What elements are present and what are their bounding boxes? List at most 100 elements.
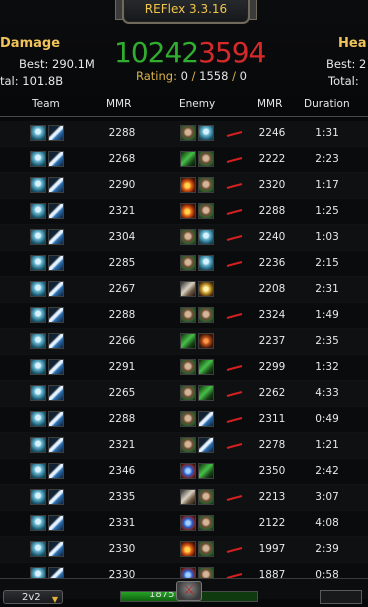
healing-best-prefix: Best: [326, 57, 356, 71]
healing-best: Best: 2 [326, 57, 366, 71]
team-mmr: 2285 [108, 257, 136, 269]
column-header-duration[interactable]: Duration [304, 98, 350, 110]
enemy-mmr: 2246 [258, 127, 286, 139]
orc-icon [180, 125, 196, 141]
table-row[interactable]: 2321 2278 1:21 [0, 433, 368, 459]
win-loss-counter: 102423594 [114, 36, 266, 69]
sword-icon [48, 333, 64, 349]
orb-icon [30, 359, 46, 375]
match-duration: 2:23 [315, 153, 339, 165]
sword-icon [48, 463, 64, 479]
damage-best: Best: 290.1M [19, 57, 95, 71]
table-row[interactable]: 2331 2122 4:08 [0, 511, 368, 537]
orb-icon [30, 411, 46, 427]
fire-icon [180, 177, 196, 193]
bone-icon [180, 489, 196, 505]
match-duration: 2:35 [315, 335, 339, 347]
damage-total-prefix: tal: [0, 74, 19, 88]
sword-icon [48, 125, 64, 141]
orb-icon [30, 437, 46, 453]
match-duration: 2:39 [315, 543, 339, 555]
sword-icon [198, 411, 214, 427]
frost-icon [180, 515, 196, 531]
orb-icon [30, 281, 46, 297]
table-row[interactable]: 2288 2246 1:31 [0, 121, 368, 147]
team-mmr: 2288 [108, 127, 136, 139]
column-header-mmr[interactable]: MMR [106, 98, 131, 110]
enemy-mmr: 2122 [258, 517, 286, 529]
bracket-dropdown[interactable]: 2v2 ▼ [3, 590, 63, 604]
sword-icon [48, 203, 64, 219]
table-row[interactable]: 2290 2320 1:17 [0, 173, 368, 199]
nature-icon [180, 333, 196, 349]
orb-icon [198, 255, 214, 271]
enemy-mmr: 2208 [258, 283, 286, 295]
rating-best: 1558 [199, 69, 229, 83]
orc-icon [198, 151, 214, 167]
orb-icon [30, 203, 46, 219]
orc-icon [180, 385, 196, 401]
team-mmr: 2291 [108, 361, 136, 373]
match-duration: 4:08 [315, 517, 339, 529]
table-row[interactable]: 2291 2299 1:32 [0, 355, 368, 381]
losses-count: 594 [214, 36, 266, 69]
table-row[interactable]: 2267 2208 2:31 [0, 277, 368, 303]
match-duration: 1:31 [315, 127, 339, 139]
sword-icon [48, 385, 64, 401]
match-duration: 4:33 [315, 387, 339, 399]
table-row[interactable]: 2321 2288 1:25 [0, 199, 368, 225]
column-header-team[interactable]: Team [32, 98, 60, 110]
match-list: 2288 2246 1:31 2268 2222 2:23 2290 2320 1:17 2321… [0, 121, 368, 589]
team-mmr: 2304 [108, 231, 136, 243]
enemy-mmr: 2240 [258, 231, 286, 243]
rating-current: 0 [180, 69, 188, 83]
table-row[interactable]: 2346 2350 2:42 [0, 459, 368, 485]
orb-icon [30, 515, 46, 531]
column-header-enemy-mmr[interactable]: MMR [257, 98, 282, 110]
orc-icon [180, 359, 196, 375]
healing-total: Total: [328, 74, 359, 88]
loss-mark-icon [226, 157, 243, 163]
table-row[interactable]: 2330 1997 2:39 [0, 537, 368, 563]
orb-icon [198, 229, 214, 245]
orb-icon [30, 255, 46, 271]
table-row[interactable]: 2304 2240 1:03 [0, 225, 368, 251]
loss-mark-icon [226, 391, 243, 397]
column-header-enemy[interactable]: Enemy [179, 98, 215, 110]
table-row[interactable]: 2265 2262 4:33 [0, 381, 368, 407]
sword-icon [48, 411, 64, 427]
orc-icon [198, 307, 214, 323]
table-row[interactable]: 2266 2237 2:35 [0, 329, 368, 355]
team-mmr: 2346 [108, 465, 136, 477]
enemy-mmr: 2288 [258, 205, 286, 217]
nature-icon [198, 359, 214, 375]
orc-icon [198, 203, 214, 219]
team-mmr: 2331 [108, 517, 136, 529]
damage-best-prefix: Best: [19, 57, 49, 71]
bone-icon [180, 281, 196, 297]
team-mmr: 2330 [108, 543, 136, 555]
sword-icon [48, 541, 64, 557]
match-duration: 1:17 [315, 179, 339, 191]
enemy-mmr: 2237 [258, 335, 286, 347]
flame-icon [198, 333, 214, 349]
loss-mark-icon [226, 313, 243, 319]
match-duration: 3:07 [315, 491, 339, 503]
table-row[interactable]: 2268 2222 2:23 [0, 147, 368, 173]
enemy-mmr: 2350 [258, 465, 286, 477]
table-row[interactable]: 2335 2213 3:07 [0, 485, 368, 511]
table-row[interactable]: 2288 2311 0:49 [0, 407, 368, 433]
window-title: REFlex 3.3.16 [115, 0, 257, 24]
sword-icon [48, 177, 64, 193]
orc-icon [198, 177, 214, 193]
loss-mark-icon [226, 495, 243, 501]
crossed-swords-icon[interactable]: ⚔ [176, 581, 202, 601]
sword-icon [48, 515, 64, 531]
damage-best-value: 290.1M [52, 57, 95, 71]
orc-icon [180, 437, 196, 453]
footer-right-box[interactable] [320, 590, 362, 604]
enemy-mmr: 1997 [258, 543, 286, 555]
table-row[interactable]: 2288 2324 1:49 [0, 303, 368, 329]
match-duration: 2:42 [315, 465, 339, 477]
table-row[interactable]: 2285 2236 2:15 [0, 251, 368, 277]
